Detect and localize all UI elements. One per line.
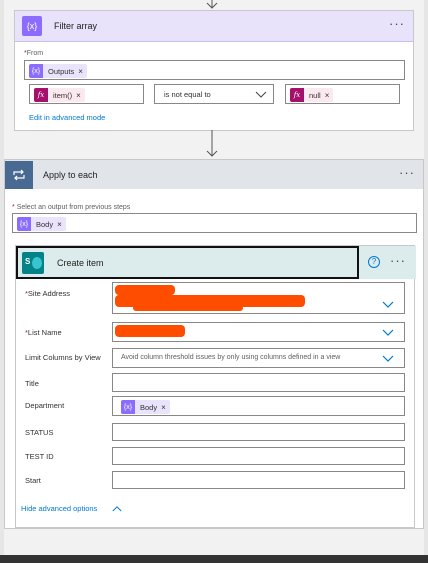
select-output-input[interactable]: {x} Body × [12,213,417,233]
chevron-down-icon [382,355,394,362]
outputs-token[interactable]: {x} Outputs × [29,64,87,78]
operator-value: is not equal to [164,90,211,99]
connector-arrow-down-icon [206,0,218,9]
status-input[interactable] [112,423,405,441]
department-label: Department [25,401,65,410]
canvas-right-edge [424,0,428,563]
redaction-mark [115,285,175,295]
hide-advanced-options-link[interactable]: Hide advanced options [21,504,97,513]
select-output-label-text: Select an output from previous steps [16,204,131,211]
title-label: Title [25,379,39,388]
left-operand-input[interactable]: fx item() × [29,84,144,104]
redaction-mark [115,325,185,337]
filter-array-title: Filter array [54,21,98,31]
site-address-dropdown[interactable] [112,282,405,314]
more-options-icon[interactable]: ··· [399,166,415,179]
body-token[interactable]: {x} Body × [17,217,66,231]
create-item-card: S Create item ? ··· *Site Address *List … [15,245,416,528]
filter-array-card: {x} Filter array ··· *From {x} Outputs ×… [14,10,414,131]
body-token-label: Body [36,219,54,229]
variable-icon: {x} [29,64,43,78]
limit-columns-dropdown[interactable]: Avoid column threshold issues by only us… [112,348,405,368]
required-mark: * [12,204,15,211]
item-expression-token[interactable]: fx item() × [34,88,85,102]
chevron-down-icon [255,91,267,98]
site-address-label-text: Site Address [27,289,71,298]
loop-icon [5,160,33,189]
create-item-title-bar[interactable]: S Create item [16,246,359,279]
remove-token-icon[interactable]: × [57,220,62,229]
more-options-icon[interactable]: ··· [390,254,406,267]
from-input[interactable]: {x} Outputs × [24,60,405,80]
help-icon[interactable]: ? [368,256,380,268]
right-operand-input[interactable]: fx null × [285,84,400,104]
status-label: STATUS [25,428,54,437]
variable-icon: {x} [121,400,135,414]
start-label: Start [25,476,41,485]
from-label: *From [24,50,43,57]
create-item-title: Create item [57,257,104,268]
connector-arrow-down-icon [206,130,218,157]
fx-icon: fx [290,88,304,102]
edit-advanced-mode-link[interactable]: Edit in advanced mode [29,113,105,122]
sharepoint-icon: S [22,251,44,274]
select-output-label: * Select an output from previous steps [12,204,130,211]
operator-dropdown[interactable]: is not equal to [154,84,274,104]
more-options-icon[interactable]: ··· [389,17,405,30]
site-address-label: *Site Address [25,289,70,298]
body-token-label: Body [140,402,158,412]
apply-to-each-title: Apply to each [43,169,98,180]
test-id-label: TEST ID [25,452,54,461]
redaction-mark [133,305,243,311]
start-input[interactable] [112,471,405,489]
apply-to-each-header[interactable]: Apply to each ··· [5,160,423,189]
remove-token-icon[interactable]: × [76,91,81,100]
item-expression-label: item() [53,90,73,100]
remove-token-icon[interactable]: × [78,67,83,76]
title-input[interactable] [112,373,405,392]
null-expression-token[interactable]: fx null × [290,88,334,102]
curly-braces-icon: {x} [22,16,42,36]
chevron-down-icon [382,301,394,308]
department-input[interactable]: {x} Body × [112,396,405,416]
from-label-text: From [26,50,44,57]
chevron-down-icon [382,329,394,336]
limit-columns-placeholder: Avoid column threshold issues by only us… [121,354,341,361]
list-name-dropdown[interactable] [112,322,405,342]
fx-icon: fx [34,88,48,102]
filter-array-header[interactable]: {x} Filter array ··· [15,11,413,42]
null-expression-label: null [309,90,321,100]
outputs-token-label: Outputs [48,66,75,76]
remove-token-icon[interactable]: × [161,403,166,412]
list-name-label-text: List Name [27,328,62,337]
body-token[interactable]: {x} Body × [121,400,170,414]
limit-columns-label: Limit Columns by View [25,353,101,362]
remove-token-icon[interactable]: × [325,91,330,100]
canvas-bottom-bar [0,555,428,563]
apply-to-each-card: Apply to each ··· * Select an output fro… [4,159,424,529]
list-name-label: *List Name [25,328,62,337]
test-id-input[interactable] [112,447,405,465]
variable-icon: {x} [17,217,31,231]
chevron-up-icon[interactable] [112,505,122,512]
